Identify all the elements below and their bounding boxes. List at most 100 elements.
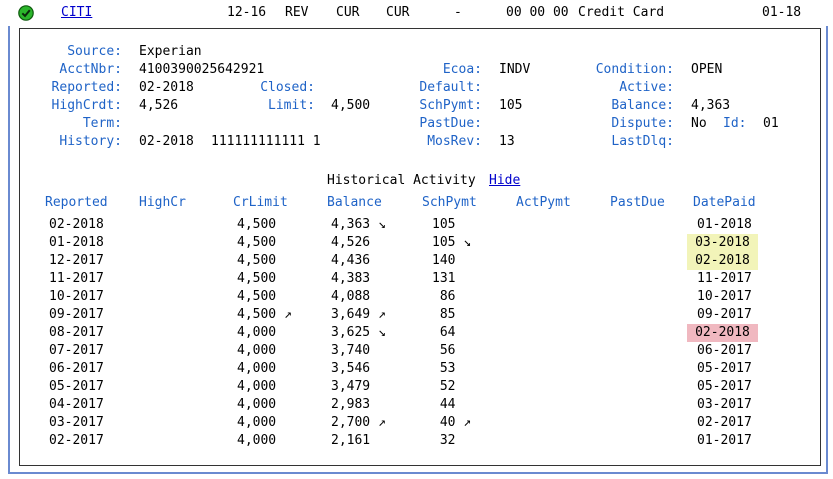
col-header-balance[interactable]: Balance (327, 195, 382, 211)
cell-datepaid: 03-2017 (697, 397, 752, 412)
cell-balance: 4,363 ↘ (331, 217, 386, 232)
balance-label: Balance: (611, 98, 674, 113)
reported-value: 02-2018 (139, 80, 194, 95)
cell-reported: 03-2017 (49, 415, 104, 430)
history-title: Historical Activity (327, 173, 476, 188)
dispute-label: Dispute: (611, 116, 674, 131)
condition-label: Condition: (595, 62, 674, 77)
cell-reported: 02-2018 (49, 217, 104, 232)
limit-value: 4,500 (331, 98, 371, 113)
cell-reported: 05-2017 (49, 379, 104, 394)
cell-reported: 02-2017 (49, 433, 104, 448)
cell-balance: 4,436 (331, 253, 371, 268)
cell-reported: 11-2017 (49, 271, 104, 286)
creditor-link[interactable]: CITI (61, 5, 92, 21)
account-type-code: REV (285, 5, 309, 20)
col-header-highcr[interactable]: HighCr (139, 195, 186, 211)
col-header-reported[interactable]: Reported (45, 195, 108, 211)
col-header-crlimit[interactable]: CrLimit (233, 195, 288, 211)
highcrdt-value: 4,526 (139, 98, 179, 113)
cell-balance: 4,383 (331, 271, 371, 286)
opened-date: 12-16 (227, 5, 267, 20)
cell-crlimit: 4,500 (237, 235, 277, 250)
cell-datepaid: 06-2017 (697, 343, 752, 358)
cell-crlimit: 4,000 (237, 433, 277, 448)
cell-balance: 3,649 ↗ (331, 307, 386, 322)
col-header-schpymt[interactable]: SchPymt (422, 195, 477, 211)
col-header-actpymt[interactable]: ActPymt (516, 195, 571, 211)
cell-datepaid: 09-2017 (697, 307, 752, 322)
cell-balance: 3,625 ↘ (331, 325, 386, 340)
highcrdt-label: HighCrdt: (51, 98, 122, 113)
account-summary-row[interactable]: CITI 12-16 REV CUR CUR - 00 00 00 Credit… (0, 0, 833, 26)
cell-schpymt: 56 (432, 343, 456, 358)
acctnbr-label: AcctNbr: (59, 62, 122, 77)
pastdue-label: PastDue: (419, 116, 482, 131)
cell-schpymt: 105 (432, 217, 456, 232)
default-label: Default: (419, 80, 482, 95)
history-code: 111111111111 1 (211, 134, 321, 149)
cell-reported: 07-2017 (49, 343, 104, 358)
hide-history-link[interactable]: Hide (489, 173, 520, 189)
active-label: Active: (619, 80, 674, 95)
cell-reported: 09-2017 (49, 307, 104, 322)
cell-crlimit: 4,000 (237, 397, 277, 412)
cell-balance: 2,161 (331, 433, 371, 448)
balance-value: 4,363 (691, 98, 731, 113)
cell-schpymt: 40 ↗ (432, 415, 472, 430)
cell-balance: 4,088 (331, 289, 371, 304)
cell-schpymt: 105 ↘ (432, 235, 472, 250)
dispute-value: No (691, 116, 707, 131)
cell-crlimit: 4,000 (237, 415, 277, 430)
summary-dash: - (454, 5, 462, 20)
cell-reported: 01-2018 (49, 235, 104, 250)
source-label: Source: (67, 44, 122, 59)
col-header-datepaid[interactable]: DatePaid (693, 195, 756, 211)
cell-reported: 12-2017 (49, 253, 104, 268)
cell-balance: 3,546 (331, 361, 371, 376)
cell-schpymt: 53 (432, 361, 456, 376)
cell-balance: 2,700 ↗ (331, 415, 386, 430)
col-header-pastdue[interactable]: PastDue (610, 195, 665, 211)
cell-balance: 3,479 (331, 379, 371, 394)
cell-schpymt: 44 (432, 397, 456, 412)
cell-crlimit: 4,500 ↗ (237, 307, 292, 322)
cell-reported: 08-2017 (49, 325, 104, 340)
cell-schpymt: 85 (432, 307, 456, 322)
cell-datepaid: 03-2018 (687, 234, 758, 252)
summary-codes: 00 00 00 (506, 5, 569, 20)
id-value: 01 (763, 116, 779, 131)
cell-crlimit: 4,000 (237, 361, 277, 376)
cell-datepaid: 11-2017 (697, 271, 752, 286)
account-category: Credit Card (578, 5, 665, 20)
cell-balance: 3,740 (331, 343, 371, 358)
history-label: History: (59, 134, 122, 149)
cell-reported: 10-2017 (49, 289, 104, 304)
cell-schpymt: 140 (432, 253, 456, 268)
cell-schpymt: 32 (432, 433, 456, 448)
cell-datepaid: 02-2018 (687, 324, 758, 342)
cell-crlimit: 4,500 (237, 253, 277, 268)
schpymt-value: 105 (499, 98, 523, 113)
summary-reported: 01-18 (762, 5, 802, 20)
mosrev-value: 13 (499, 134, 515, 149)
mosrev-label: MosRev: (427, 134, 482, 149)
lastdlq-label: LastDlq: (611, 134, 674, 149)
cell-datepaid: 05-2017 (697, 379, 752, 394)
cell-datepaid: 10-2017 (697, 289, 752, 304)
cell-schpymt: 86 (432, 289, 456, 304)
reported-label: Reported: (51, 80, 122, 95)
ecoa-label: Ecoa: (442, 62, 482, 77)
acctnbr-value: 4100390025642921 (139, 62, 265, 77)
check-circle-icon (18, 5, 34, 21)
cell-reported: 06-2017 (49, 361, 104, 376)
history-date: 02-2018 (139, 134, 194, 149)
cell-datepaid: 05-2017 (697, 361, 752, 376)
ecoa-value: INDV (499, 62, 531, 77)
cell-datepaid: 02-2017 (697, 415, 752, 430)
account-detail-panel: Source: Experian AcctNbr: 41003900256429… (19, 28, 821, 466)
cell-crlimit: 4,500 (237, 271, 277, 286)
cell-balance: 4,526 (331, 235, 371, 250)
cell-crlimit: 4,000 (237, 325, 277, 340)
cell-schpymt: 52 (432, 379, 456, 394)
